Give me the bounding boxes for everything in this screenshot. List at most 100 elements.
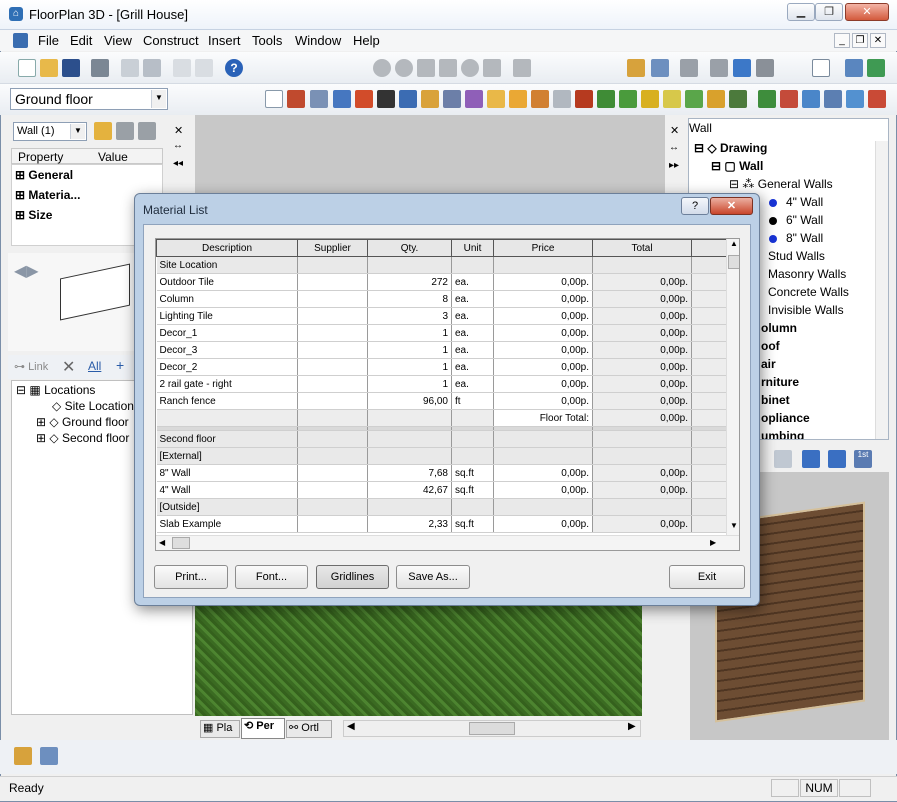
menu-construct[interactable]: Construct [143, 33, 199, 48]
new-icon[interactable] [18, 59, 36, 77]
tree-wall-6[interactable]: 6" Wall [786, 213, 823, 227]
exit-button[interactable]: Exit [669, 565, 745, 589]
table-row[interactable]: Lighting Tile 3 ea. 0,00p. 0,00p. [156, 307, 732, 325]
menu-view[interactable]: View [104, 33, 132, 48]
tree-column[interactable]: olumn [761, 321, 797, 335]
minimize-button[interactable]: ▁ [787, 3, 815, 21]
menu-window[interactable]: Window [295, 33, 341, 48]
properties-icon[interactable] [94, 122, 112, 140]
door-icon[interactable] [287, 90, 305, 108]
h-scroll-thumb[interactable] [172, 537, 190, 549]
table-row[interactable]: Second floor [156, 430, 732, 448]
close-panel-icon[interactable]: ✕ [174, 124, 183, 137]
group-size[interactable]: ⊞ Size [15, 208, 52, 222]
h-scroll-left-icon[interactable]: ◀ [159, 538, 165, 547]
house-icon[interactable] [780, 90, 798, 108]
table-row[interactable]: Outdoor Tile 272 ea. 0,00p. 0,00p. [156, 273, 732, 291]
table-row[interactable]: 4" Wall 42,67 sq.ft 0,00p. 0,00p. [156, 481, 732, 499]
measure-icon[interactable] [627, 59, 645, 77]
delete-icon[interactable]: ✕ [62, 357, 75, 377]
window-icon[interactable] [310, 90, 328, 108]
table-row[interactable]: Ranch fence 96,00 ft 0,00p. 0,00p. [156, 392, 732, 410]
zoom-prev-icon[interactable] [461, 59, 479, 77]
grid-icon[interactable] [812, 59, 830, 77]
tree-locations[interactable]: ⊟ ▦ Locations [16, 383, 95, 397]
nav-arrows-icon[interactable]: ◀▶ [14, 261, 39, 281]
h-scroll-right-icon[interactable]: ▶ [710, 538, 716, 547]
col-qty[interactable]: Qty. [367, 239, 452, 257]
drawing-canvas[interactable] [195, 115, 665, 195]
tab-perspective[interactable]: ⟲ Per [241, 718, 285, 739]
dialog-help-button[interactable]: ? [681, 197, 709, 215]
canvas-h-scrollbar[interactable]: ◀ ▶ [343, 720, 641, 737]
table-row[interactable]: 2 rail gate - right 1 ea. 0,00p. 0,00p. [156, 375, 732, 393]
hand-icon[interactable] [513, 59, 531, 77]
redo-icon[interactable] [195, 59, 213, 77]
tab-ortho[interactable]: ⚯ Ortl [286, 720, 332, 738]
collapse-icon[interactable]: ◂◂ [173, 158, 183, 169]
tree-stair[interactable]: air [761, 357, 776, 371]
col-description[interactable]: Description [156, 239, 298, 257]
stairs-icon[interactable] [377, 90, 395, 108]
col-price[interactable]: Price [493, 239, 593, 257]
person-icon[interactable] [465, 90, 483, 108]
print-icon[interactable] [91, 59, 109, 77]
roof-wizard-icon[interactable] [868, 90, 886, 108]
zoom-in-icon[interactable] [373, 59, 391, 77]
filter-icon[interactable] [802, 90, 820, 108]
plumbing-icon[interactable] [553, 90, 571, 108]
tree-cabinet[interactable]: binet [761, 393, 790, 407]
garage-icon[interactable] [443, 90, 461, 108]
gridlines-button[interactable]: Gridlines [316, 565, 389, 589]
menu-tools[interactable]: Tools [252, 33, 282, 48]
bottom-dimension-icon[interactable] [40, 747, 58, 765]
table-row[interactable]: [External] [156, 447, 732, 465]
mdi-minimize-button[interactable]: _ [834, 33, 850, 48]
expand-right-icon[interactable]: ↔ [669, 142, 679, 153]
deck-icon[interactable] [597, 90, 615, 108]
tab-plan[interactable]: ▦ Pla [200, 720, 240, 738]
table-row[interactable]: 8" Wall 7,68 sq.ft 0,00p. 0,00p. [156, 464, 732, 482]
menu-help[interactable]: Help [353, 33, 380, 48]
group-materials[interactable]: ⊞ Materia... [15, 188, 80, 202]
table-row[interactable]: Floor Total: 0,00p. [156, 409, 732, 427]
paste-icon[interactable] [143, 59, 161, 77]
help-icon[interactable]: ? [225, 59, 243, 77]
print-button[interactable]: Print... [154, 565, 228, 589]
wizard-icon[interactable] [846, 90, 864, 108]
library-sort-icon[interactable]: 1st [854, 450, 872, 468]
tree-roof[interactable]: oof [761, 339, 780, 353]
floor-select[interactable]: Ground floor ▼ [10, 88, 168, 110]
table-v-scrollbar[interactable]: ▲ ▼ [726, 239, 739, 535]
tree-general-walls[interactable]: ⊟ ⁂ General Walls [729, 177, 833, 191]
col-unit[interactable]: Unit [451, 239, 494, 257]
dialog-close-button[interactable]: ✕ [710, 197, 753, 215]
tree-stud-walls[interactable]: Stud Walls [768, 249, 825, 263]
font-button[interactable]: Font... [235, 565, 308, 589]
copy-properties-icon[interactable] [116, 122, 134, 140]
dimension-icon[interactable] [651, 59, 669, 77]
scroll-up-icon[interactable]: ▲ [730, 239, 738, 248]
undo-icon[interactable] [173, 59, 191, 77]
library-view-icon[interactable] [774, 450, 792, 468]
fireplace-icon[interactable] [575, 90, 593, 108]
link-button[interactable]: ⊶ Link [14, 360, 48, 373]
doorway-icon[interactable] [333, 90, 351, 108]
stair-deck-icon[interactable] [619, 90, 637, 108]
library-list-icon[interactable] [802, 450, 820, 468]
zoom-window-icon[interactable] [417, 59, 435, 77]
group-general[interactable]: ⊞ General [15, 168, 73, 182]
table-row[interactable]: Slab Example 2,33 sq.ft 0,00p. 0,00p. [156, 515, 732, 533]
tag-icon[interactable] [756, 59, 774, 77]
tree-invisible-walls[interactable]: Invisible Walls [768, 303, 844, 317]
library-scrollbar[interactable] [875, 141, 888, 439]
collapse-right-icon[interactable]: ▸▸ [669, 160, 679, 171]
scroll-right-icon[interactable]: ▶ [628, 721, 636, 732]
gate-icon[interactable] [707, 90, 725, 108]
menu-insert[interactable]: Insert [208, 33, 241, 48]
tree-plumbing[interactable]: umbing [761, 429, 804, 439]
mdi-close-button[interactable]: ✕ [870, 33, 886, 48]
fence-icon[interactable] [685, 90, 703, 108]
wall-select[interactable]: Wall (1) ▼ [13, 122, 87, 141]
expand-icon[interactable]: ↔ [173, 140, 183, 151]
